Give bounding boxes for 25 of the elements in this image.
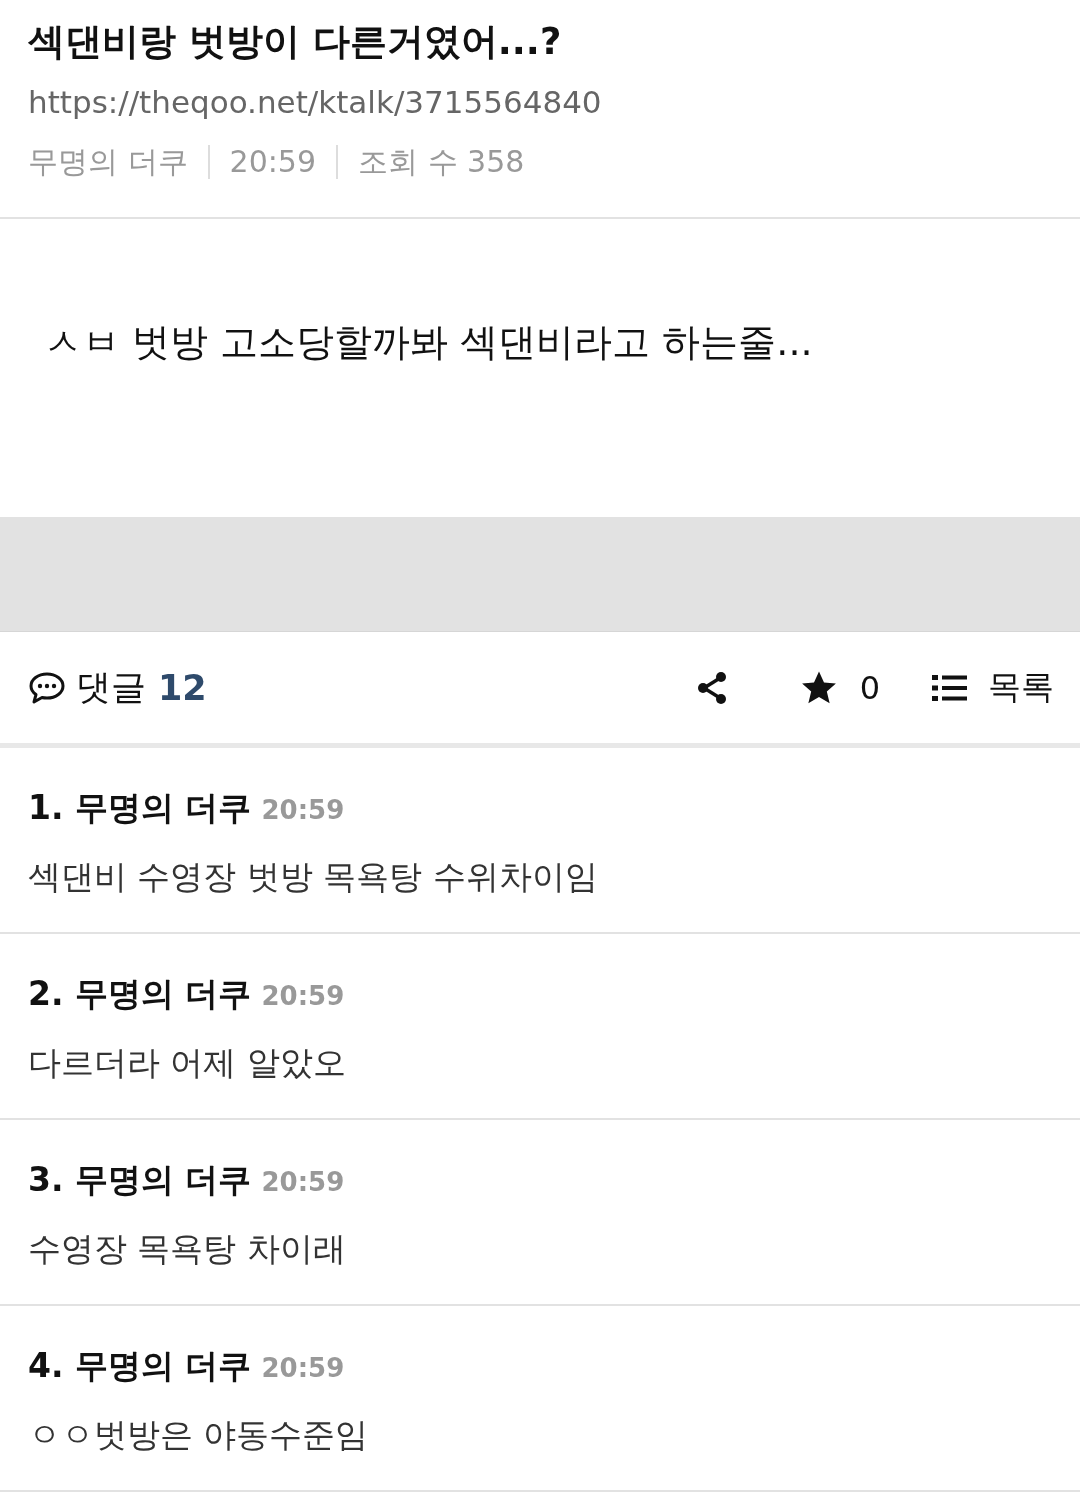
view-count: 조회 수 358 <box>358 143 525 181</box>
comments-label: 댓글 <box>76 666 146 709</box>
post-title: 섹댄비랑 벗방이 다른거였어...? <box>28 19 563 65</box>
comment-text: 다르더라 어제 알았오 <box>28 1042 347 1084</box>
comment-text: 수영장 목욕탕 차이래 <box>28 1228 347 1270</box>
author-name: 무명의 더쿠 <box>28 143 188 181</box>
commenter-name: 2. 무명의 더쿠 <box>28 973 252 1015</box>
list-icon[interactable] <box>932 673 968 702</box>
post-body: ㅅㅂ 벗방 고소당할까봐 섹댄비라고 하는줄... <box>43 319 814 366</box>
commenter-name: 1. 무명의 더쿠 <box>28 787 252 829</box>
commenter-name: 3. 무명의 더쿠 <box>28 1159 252 1201</box>
comment-count: 12 <box>158 667 207 708</box>
comment-text: ㅇㅇ벗방은 야동수준임 <box>28 1414 370 1456</box>
star-count: 0 <box>859 668 880 707</box>
comment-time: 20:59 <box>261 1167 345 1197</box>
comment-time: 20:59 <box>261 981 345 1011</box>
comment-time: 20:59 <box>261 1353 345 1383</box>
list-link[interactable]: 목록 <box>988 665 1054 710</box>
speech-bubble-icon[interactable] <box>28 670 66 705</box>
share-icon[interactable] <box>695 670 728 705</box>
commenter-name: 4. 무명의 더쿠 <box>28 1345 252 1387</box>
post-url[interactable]: https://theqoo.net/ktalk/3715564840 <box>28 80 1052 124</box>
comment-time: 20:59 <box>261 795 345 825</box>
comment-text: 섹댄비 수영장 벗방 목욕탕 수위차이임 <box>28 856 599 898</box>
post-time: 20:59 <box>229 143 316 181</box>
